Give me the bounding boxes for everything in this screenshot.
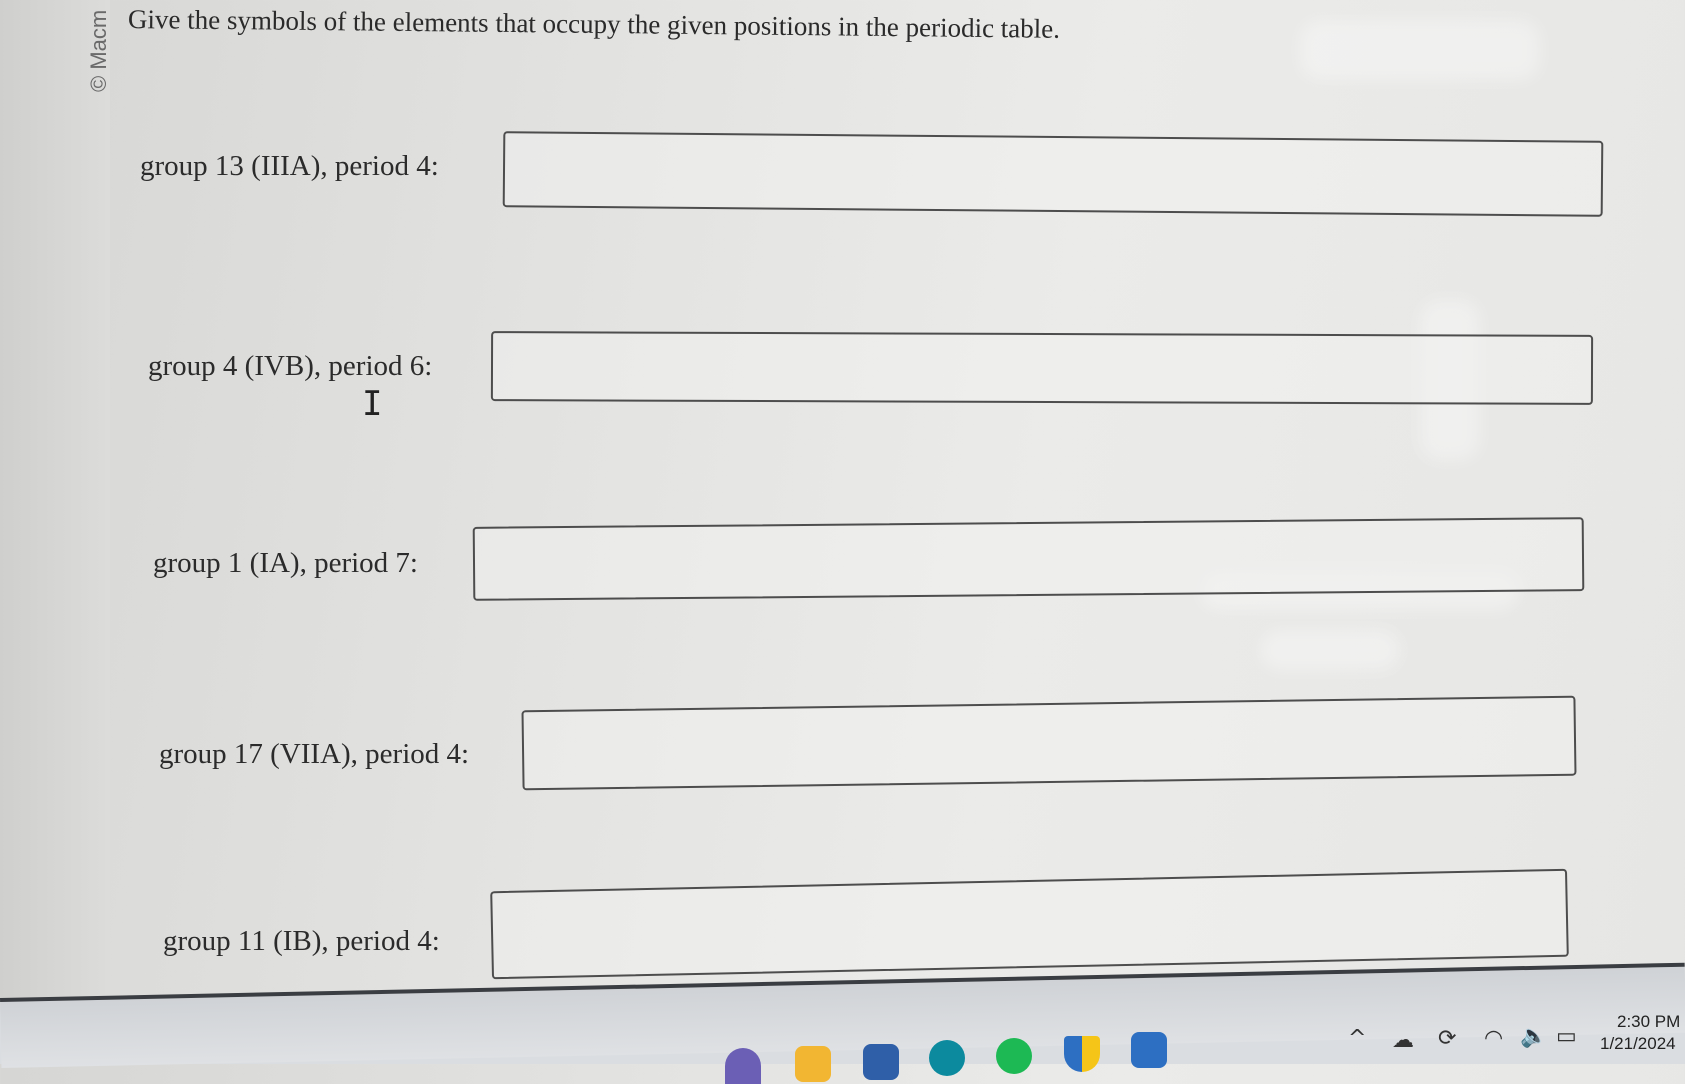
answer-input-group-17[interactable]: [521, 695, 1577, 791]
onedrive-icon[interactable]: ☁: [1392, 1028, 1414, 1053]
spotify-icon[interactable]: [996, 1038, 1032, 1074]
row-label-group-17: group 17 (VIIA), period 4:: [159, 738, 470, 770]
row-label-group-13: group 13 (IIIA), period 4:: [140, 150, 439, 182]
tray-chevron-icon[interactable]: ^: [1348, 1026, 1366, 1051]
wifi-icon[interactable]: ◠: [1484, 1026, 1503, 1051]
clock-time[interactable]: 2:30 PM: [1617, 1012, 1680, 1032]
edge-icon[interactable]: [929, 1040, 965, 1076]
row-label-group-11: group 11 (IB), period 4:: [163, 925, 440, 957]
answer-input-group-13[interactable]: [502, 131, 1604, 217]
sync-icon[interactable]: ⟳: [1438, 1026, 1456, 1051]
file-explorer-icon[interactable]: [795, 1046, 831, 1082]
row-label-group-1: group 1 (IA), period 7:: [153, 547, 418, 579]
clock-date[interactable]: 1/21/2024: [1600, 1034, 1676, 1054]
left-margin: [0, 0, 110, 1000]
store-icon[interactable]: [863, 1044, 899, 1080]
chat-icon[interactable]: [725, 1048, 761, 1084]
text-cursor-icon: I: [362, 384, 383, 424]
outlook-icon[interactable]: [1131, 1032, 1167, 1068]
answer-input-group-11[interactable]: [490, 868, 1569, 980]
screen-glare: [1300, 20, 1540, 80]
screen-glare: [1260, 630, 1400, 670]
page: © Macm Give the symbols of the elements …: [0, 0, 1685, 1000]
answer-input-group-4[interactable]: [490, 331, 1594, 405]
row-label-group-4: group 4 (IVB), period 6:: [148, 350, 433, 382]
security-shield-icon[interactable]: [1064, 1036, 1100, 1072]
copyright-watermark: © Macm: [86, 9, 111, 92]
answer-input-group-1[interactable]: [472, 517, 1585, 601]
battery-icon[interactable]: ▭: [1556, 1024, 1577, 1049]
question-prompt: Give the symbols of the elements that oc…: [127, 4, 1061, 44]
volume-icon[interactable]: 🔈: [1520, 1024, 1547, 1049]
